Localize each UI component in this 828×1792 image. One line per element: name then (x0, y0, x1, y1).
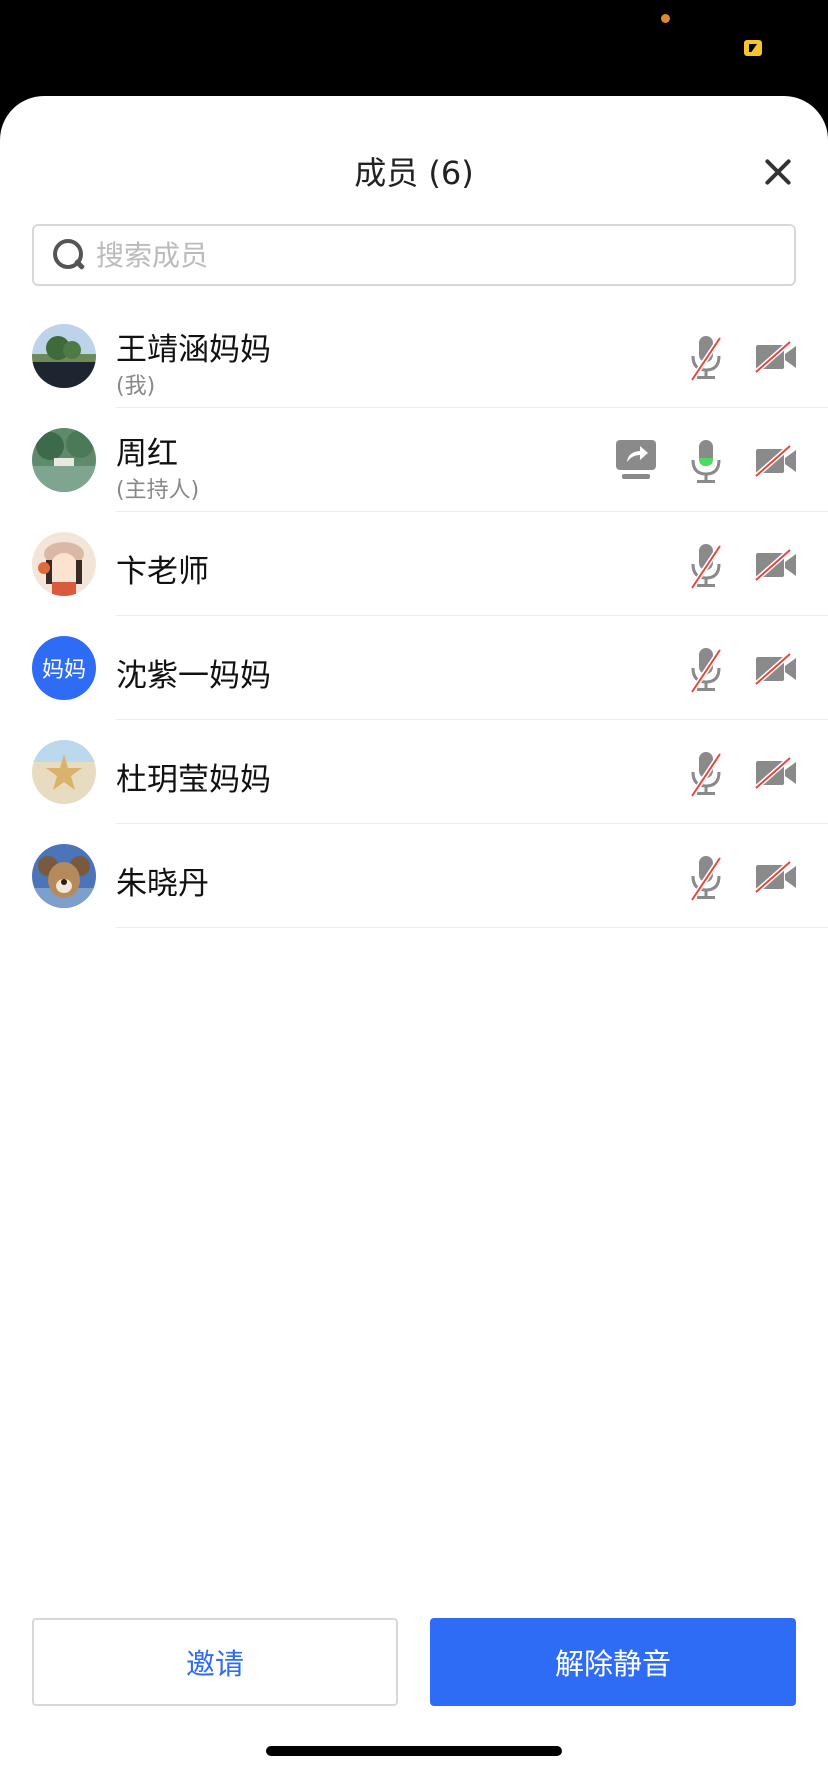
avatar: 妈妈 (32, 636, 96, 700)
home-indicator[interactable] (266, 1746, 562, 1756)
avatar (32, 532, 96, 596)
search-icon (52, 238, 86, 272)
member-role: (我) (116, 374, 156, 399)
avatar (32, 428, 96, 492)
search-bar[interactable] (32, 224, 796, 286)
member-name: 杜玥莹妈妈 (116, 762, 271, 798)
mic-muted-icon[interactable] (686, 750, 726, 798)
member-name: 朱晓丹 (116, 866, 209, 902)
member-row[interactable]: 朱晓丹 (0, 824, 828, 928)
member-role: (主持人) (116, 478, 200, 503)
avatar (32, 844, 96, 908)
members-sheet: 成员 (6) 王靖涵妈妈 (我) (0, 96, 828, 1792)
member-row[interactable]: 王靖涵妈妈 (我) (0, 304, 828, 408)
member-row[interactable]: 周红 (主持人) (0, 408, 828, 512)
member-name: 卞老师 (116, 554, 209, 590)
member-row[interactable]: 卞老师 (0, 512, 828, 616)
search-input[interactable] (96, 238, 696, 272)
app-badge-icon (744, 40, 762, 56)
camera-off-icon[interactable] (754, 548, 798, 582)
mic-muted-icon[interactable] (686, 854, 726, 902)
camera-off-icon[interactable] (754, 860, 798, 894)
avatar (32, 324, 96, 388)
member-name: 沈紫一妈妈 (116, 658, 271, 694)
unmute-button[interactable]: 解除静音 (430, 1618, 796, 1706)
mic-icon[interactable] (686, 438, 726, 486)
mic-muted-icon[interactable] (686, 542, 726, 590)
camera-off-icon[interactable] (754, 652, 798, 686)
invite-button[interactable]: 邀请 (32, 1618, 398, 1706)
status-bar (0, 0, 828, 96)
sheet-title: 成员 (6) (354, 154, 474, 192)
recording-indicator-icon (661, 14, 670, 23)
member-name: 周红 (116, 436, 178, 472)
member-row[interactable]: 杜玥莹妈妈 (0, 720, 828, 824)
member-name: 王靖涵妈妈 (116, 332, 271, 368)
screen-share-icon[interactable] (614, 438, 658, 482)
camera-off-icon[interactable] (754, 340, 798, 374)
close-icon[interactable] (758, 152, 798, 192)
mic-muted-icon[interactable] (686, 334, 726, 382)
camera-off-icon[interactable] (754, 756, 798, 790)
member-list: 王靖涵妈妈 (我) 周红 (主持人) 卞老师 妈妈 沈紫一妈妈 杜玥莹妈妈 朱晓… (0, 304, 828, 928)
member-row[interactable]: 妈妈 沈紫一妈妈 (0, 616, 828, 720)
mic-muted-icon[interactable] (686, 646, 726, 694)
camera-off-icon[interactable] (754, 444, 798, 478)
avatar (32, 740, 96, 804)
